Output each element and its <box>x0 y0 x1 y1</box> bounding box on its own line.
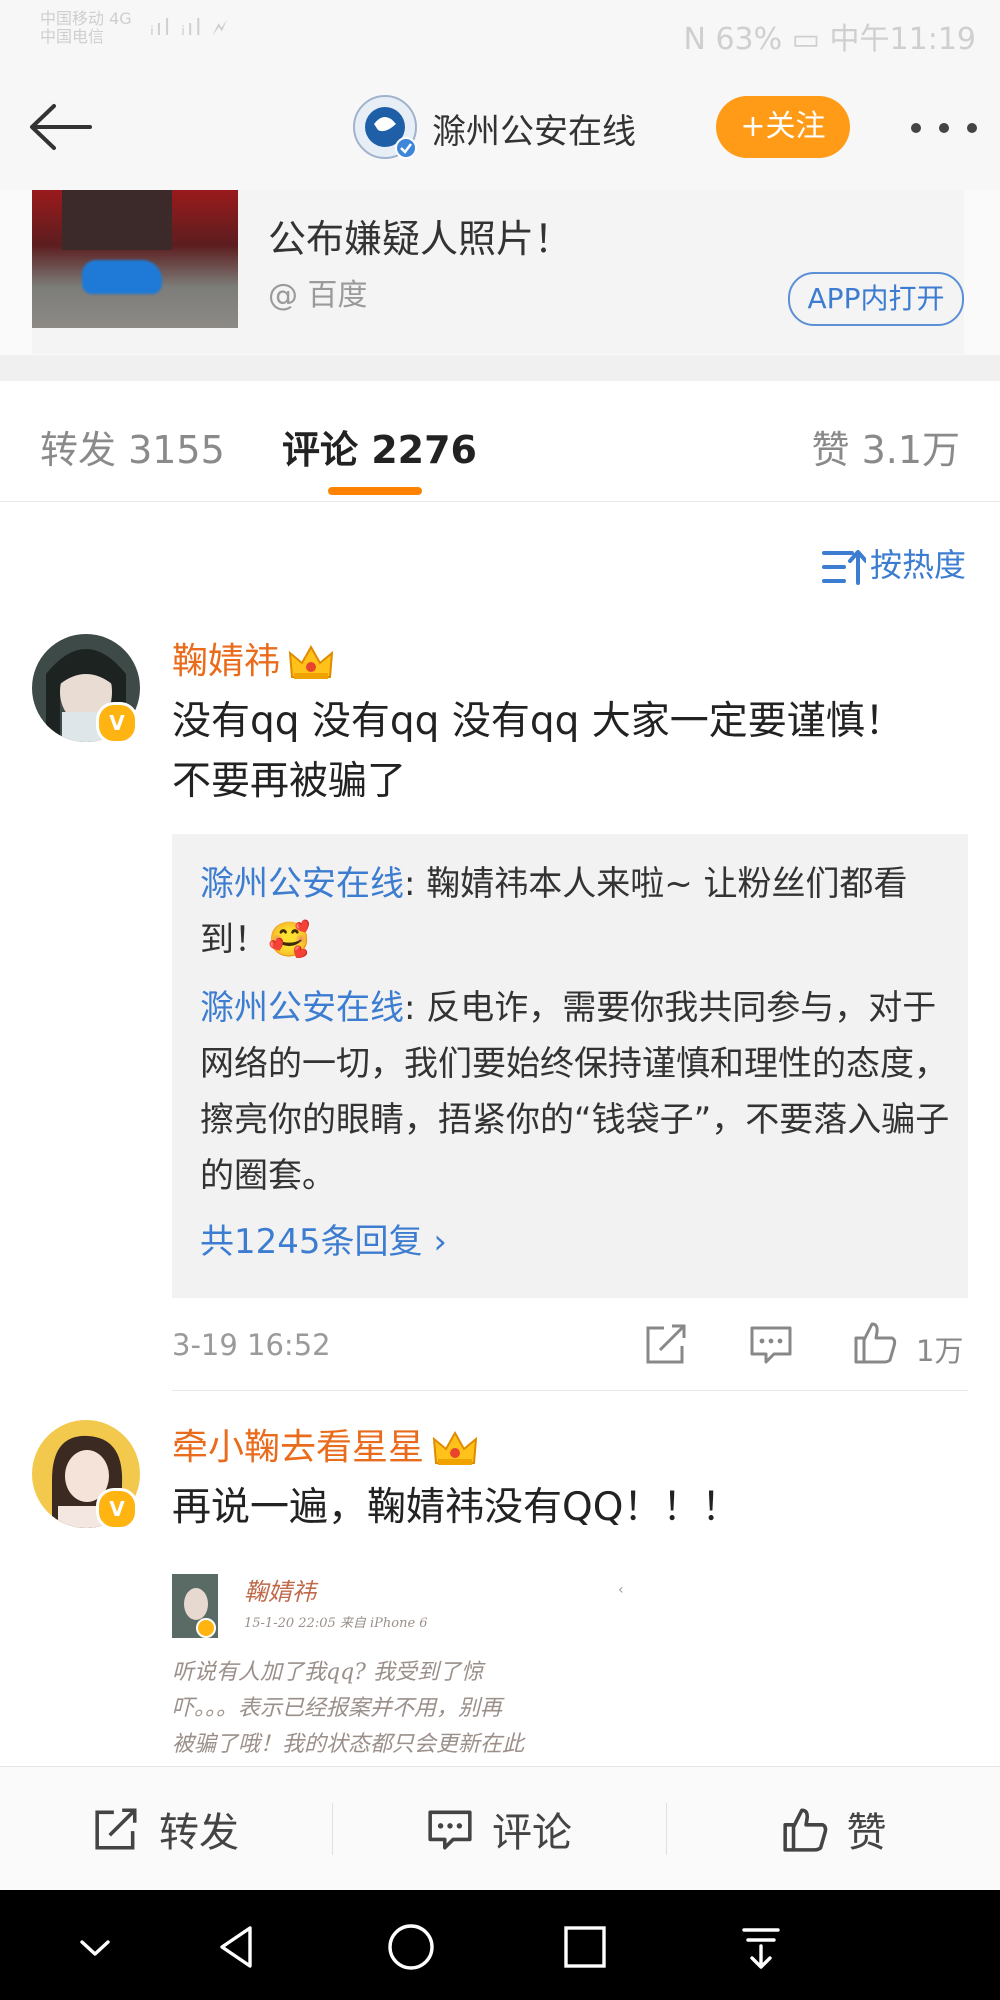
view-all-replies-link[interactable]: 共1245条回复 › <box>200 1214 447 1263</box>
sort-icon <box>821 550 866 585</box>
back-arrow-icon[interactable] <box>26 102 96 152</box>
like-thumb-icon[interactable] <box>852 1320 898 1364</box>
repost-label: 转发 <box>159 1810 239 1856</box>
card-title: 公布嫌疑人照片！ <box>268 217 573 261</box>
police-logo-avatar[interactable] <box>352 94 418 160</box>
like-label: 赞 <box>846 1810 887 1856</box>
back-triangle-icon[interactable] <box>210 1920 264 1974</box>
embed-chevron-icon: ‹ <box>618 1582 624 1598</box>
recent-apps-square-icon[interactable] <box>558 1920 612 1974</box>
embed-meta: 15-1-20 22:05 来自 iPhone 6 <box>244 1616 428 1631</box>
signal-icons: ᵢıl ᵢıl 🗲 <box>150 16 229 41</box>
embed-line: 吓。。。表示已经报案并不用，别再 <box>172 1696 503 1721</box>
sort-row: 按热度 <box>0 502 1000 618</box>
interaction-tabs: 转发 3155 评论 2276 赞 3.1万 <box>0 381 1000 502</box>
comment-divider <box>172 1390 968 1391</box>
comment-username[interactable]: 鞠婧祎 <box>172 632 334 684</box>
reply-item[interactable]: 滁州公安在线: 反电诈，需要你我共同参与，对于网络的一切，我们要始终保持谨慎和理… <box>200 980 950 1204</box>
crown-icon <box>288 644 334 679</box>
active-tab-indicator <box>328 487 422 495</box>
comment-username[interactable]: 牵小鞠去看星星 <box>172 1418 478 1470</box>
embed-avatar <box>172 1574 218 1638</box>
username-text: 牵小鞠去看星星 <box>172 1427 425 1468</box>
comment-icon[interactable] <box>748 1322 794 1366</box>
repost-button[interactable]: 转发 <box>0 1767 332 1891</box>
tab-reposts[interactable]: 转发 3155 <box>40 419 225 474</box>
comment-text: 没有qq 没有qq 没有qq 大家一定要谨慎！不要再被骗了 <box>172 699 904 804</box>
status-right: N 63% ▭ 中午11:19 <box>683 22 976 57</box>
embed-username: 鞠婧祎 <box>244 1578 316 1606</box>
comment-text: 再说一遍，鞠婧祎没有QQ！！！ <box>172 1485 741 1530</box>
like-button[interactable]: 赞 <box>667 1767 1000 1891</box>
like-count: 1万 <box>916 1334 964 1368</box>
like-thumb-icon <box>782 1808 827 1852</box>
share-icon[interactable] <box>644 1322 690 1366</box>
reply-author[interactable]: 滁州公安在线 <box>200 864 404 904</box>
comment-label: 评论 <box>492 1810 572 1856</box>
sort-by-hot-button[interactable]: 按热度 <box>821 540 966 587</box>
home-circle-icon[interactable] <box>384 1920 438 1974</box>
open-in-app-button[interactable]: APP内打开 <box>788 272 964 326</box>
reply-item[interactable]: 滁州公安在线: 鞠婧祎本人来啦~ 让粉丝们都看到！🥰 <box>200 856 950 968</box>
username-text: 鞠婧祎 <box>172 641 281 682</box>
sort-label: 按热度 <box>869 546 966 584</box>
tab-likes[interactable]: 赞 3.1万 <box>811 419 960 474</box>
notification-pulldown-icon[interactable] <box>734 1920 788 1974</box>
shared-link-card-area: 公布嫌疑人照片！ @ 百度 APP内打开 <box>0 190 1000 355</box>
section-divider <box>0 355 1000 381</box>
follow-button[interactable]: +关注 <box>716 96 850 158</box>
shared-link-card[interactable]: 公布嫌疑人照片！ @ 百度 APP内打开 <box>32 190 964 354</box>
replies-box[interactable]: 滁州公安在线: 鞠婧祎本人来啦~ 让粉丝们都看到！🥰 滁州公安在线: 反电诈，需… <box>172 834 968 1298</box>
embedded-screenshot[interactable]: 鞠婧祎 15-1-20 22:05 来自 iPhone 6 ‹ 听说有人加了我q… <box>172 1570 632 1782</box>
card-source: @ 百度 <box>268 278 368 313</box>
tab-comments[interactable]: 评论 2276 <box>282 419 477 474</box>
comment-timestamp: 3-19 16:52 <box>172 1328 331 1362</box>
system-nav-bar <box>0 1890 1000 2000</box>
reply-author[interactable]: 滁州公安在线 <box>200 988 404 1028</box>
chevron-down-icon[interactable] <box>68 1920 122 1974</box>
carrier-line1: 中国移动 4G <box>40 9 132 28</box>
embed-line: 听说有人加了我qq? 我受到了惊 <box>172 1660 483 1685</box>
carrier-line2: 中国电信 <box>40 27 105 46</box>
crown-icon <box>432 1430 478 1465</box>
verified-badge-icon: V <box>96 1488 138 1530</box>
status-bar: 中国移动 4G 中国电信 ᵢıl ᵢıl 🗲 N 63% ▭ 中午11:19 <box>0 0 1000 64</box>
share-icon <box>95 1808 137 1850</box>
embed-line: 被骗了哦！我的状态都只会更新在此 <box>172 1732 525 1757</box>
bottom-action-bar: 转发 评论 赞 <box>0 1766 1000 1891</box>
verified-badge-icon: V <box>96 702 138 744</box>
carrier-info: 中国移动 4G 中国电信 <box>40 10 132 46</box>
more-options-icon[interactable] <box>904 108 984 148</box>
top-header: 滁州公安在线 +关注 <box>0 64 1000 191</box>
page-title: 滁州公安在线 <box>432 112 636 152</box>
card-thumbnail <box>32 190 238 328</box>
comment-icon <box>428 1810 472 1850</box>
comment-button[interactable]: 评论 <box>333 1767 665 1891</box>
